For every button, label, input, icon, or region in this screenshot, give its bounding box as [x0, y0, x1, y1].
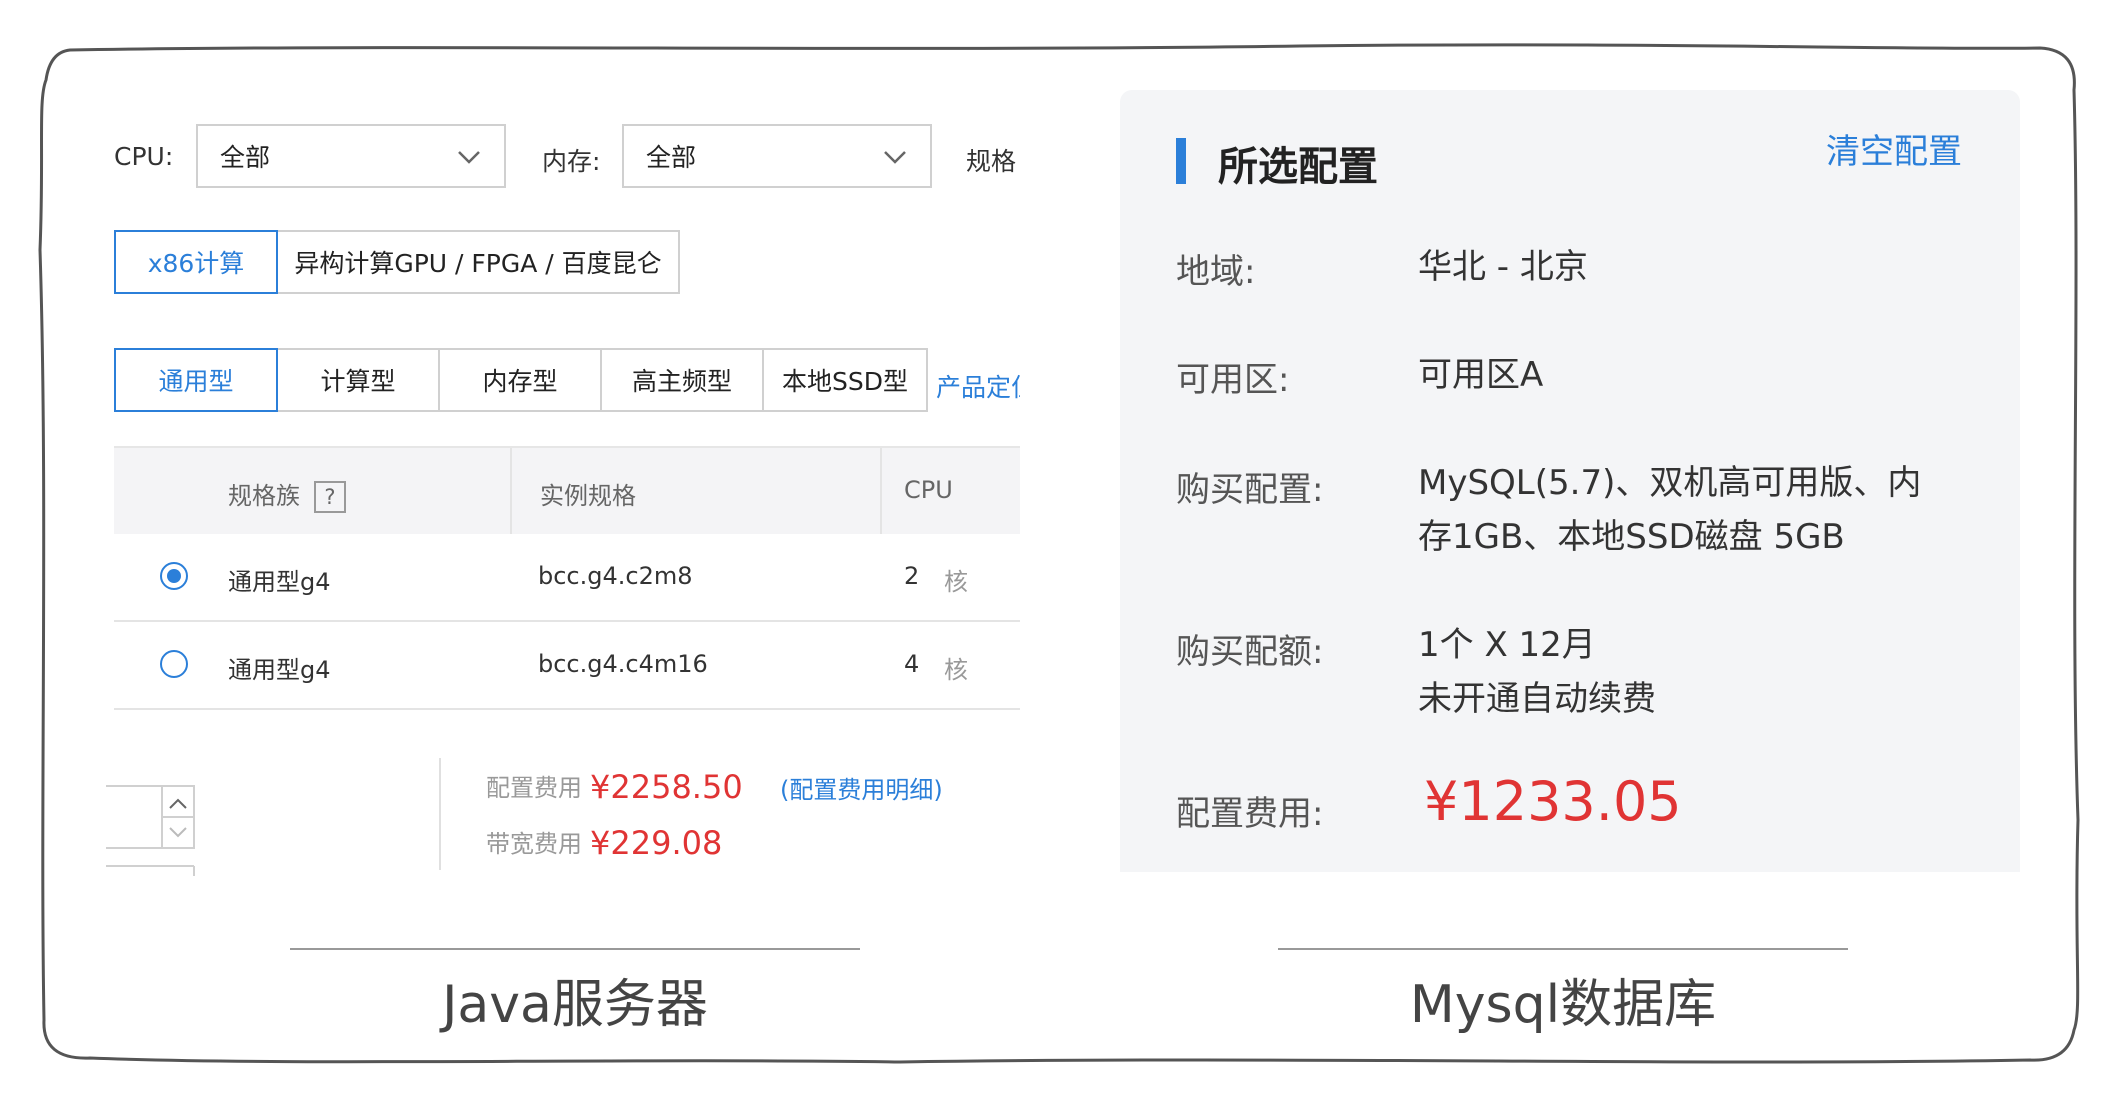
quantity-stepper[interactable] [106, 776, 202, 876]
row-spec: bcc.g4.c2m8 [538, 562, 693, 590]
config-fee-value: ¥2258.50 [590, 768, 743, 806]
caption-underline [290, 948, 860, 950]
spec-filter-label: 规格 [966, 147, 1017, 176]
purchase-config-label: 购买配置: [1176, 470, 1324, 510]
header-spec: 实例规格 [540, 482, 636, 510]
fee-divider [439, 758, 441, 870]
quota-line: 未开通自动续费 [1418, 679, 1656, 719]
tab-high-frequency[interactable]: 高主频型 [600, 348, 764, 412]
arch-tabs: x86计算 异构计算GPU / FPGA / 百度昆仑 [114, 230, 680, 294]
title-accent-bar [1176, 138, 1186, 184]
type-tabs: 通用型 计算型 内存型 高主频型 本地SSD型 [114, 348, 928, 412]
quota-label: 购买配额: [1176, 632, 1324, 672]
bandwidth-fee-value: ¥229.08 [590, 824, 723, 862]
header-family: 规格族? [228, 476, 346, 513]
product-positioning-link[interactable]: 产品定位 [936, 368, 1020, 404]
purchase-config-line: MySQL(5.7)、双机高可用版、内 [1418, 463, 1922, 503]
chevron-down-icon [884, 151, 906, 164]
cpu-select[interactable]: 全部 [196, 124, 506, 188]
header-family-label: 规格族 [228, 482, 300, 510]
row-cpu: 2 [904, 562, 920, 590]
quota-line: 1个 X 12月 [1418, 625, 1596, 665]
tab-heterogeneous[interactable]: 异构计算GPU / FPGA / 百度昆仑 [276, 230, 680, 294]
memory-filter-label: 内存: [542, 147, 601, 176]
tab-x86[interactable]: x86计算 [114, 230, 278, 294]
memory-select[interactable]: 全部 [622, 124, 932, 188]
row-radio[interactable] [160, 562, 188, 590]
config-fee-label: 配置费用: [1176, 794, 1324, 834]
config-fee-label: 配置费用 [486, 774, 582, 802]
row-radio[interactable] [160, 650, 188, 678]
java-server-panel: CPU: 全部 内存: 全部 规格 x86计算 异构计算GPU / FPGA /… [100, 110, 1020, 890]
row-family: 通用型g4 [228, 656, 331, 684]
config-fee-price: ¥1233.05 [1424, 770, 1682, 833]
purchase-config-line: 存1GB、本地SSD磁盘 5GB [1418, 517, 1845, 557]
purchase-config-value: MySQL(5.7)、双机高可用版、内 存1GB、本地SSD磁盘 5GB [1418, 456, 1978, 564]
quota-value: 1个 X 12月 未开通自动续费 [1418, 618, 1978, 726]
column-divider [510, 448, 512, 536]
instance-table: 规格族? 实例规格 CPU 通用型g4 bcc.g4.c2m8 2 核 通用型g… [114, 446, 1020, 710]
caption-underline [1278, 948, 1848, 950]
row-cpu-unit: 核 [944, 656, 968, 684]
region-label: 地域: [1176, 252, 1256, 292]
chevron-down-icon [458, 151, 480, 164]
panel-title: 所选配置 [1218, 144, 1378, 190]
row-cpu: 4 [904, 650, 920, 678]
bandwidth-fee: 带宽费用 ¥229.08 [486, 824, 722, 862]
zone-value: 可用区A [1418, 355, 1544, 395]
row-family: 通用型g4 [228, 568, 331, 596]
row-cpu-unit: 核 [944, 568, 968, 596]
mysql-caption: Mysql数据库 [1409, 975, 1717, 1035]
tab-general[interactable]: 通用型 [114, 348, 278, 412]
table-row[interactable]: 通用型g4 bcc.g4.c2m8 2 核 [114, 534, 1020, 622]
config-fee: 配置费用 ¥2258.50 [486, 768, 743, 806]
cpu-select-value: 全部 [220, 143, 271, 172]
memory-select-value: 全部 [646, 143, 697, 172]
zone-label: 可用区: [1176, 360, 1290, 400]
help-icon[interactable]: ? [314, 481, 346, 513]
header-cpu: CPU [904, 476, 953, 504]
column-divider [880, 448, 882, 536]
mysql-config-panel: 所选配置 清空配置 地域: 华北 - 北京 可用区: 可用区A 购买配置: My… [1120, 90, 2020, 872]
tab-memory[interactable]: 内存型 [438, 348, 602, 412]
clear-config-link[interactable]: 清空配置 [1826, 124, 1962, 173]
java-server-caption: Java服务器 [442, 975, 708, 1035]
tab-compute[interactable]: 计算型 [276, 348, 440, 412]
table-row[interactable]: 通用型g4 bcc.g4.c4m16 4 核 [114, 622, 1020, 710]
bandwidth-fee-label: 带宽费用 [486, 830, 582, 858]
row-spec: bcc.g4.c4m16 [538, 650, 708, 678]
tab-local-ssd[interactable]: 本地SSD型 [762, 348, 928, 412]
cpu-filter-label: CPU: [114, 142, 174, 171]
table-header: 规格族? 实例规格 CPU [114, 446, 1020, 536]
fee-detail-link[interactable]: (配置费用明细) [780, 770, 943, 805]
region-value: 华北 - 北京 [1418, 247, 1588, 287]
